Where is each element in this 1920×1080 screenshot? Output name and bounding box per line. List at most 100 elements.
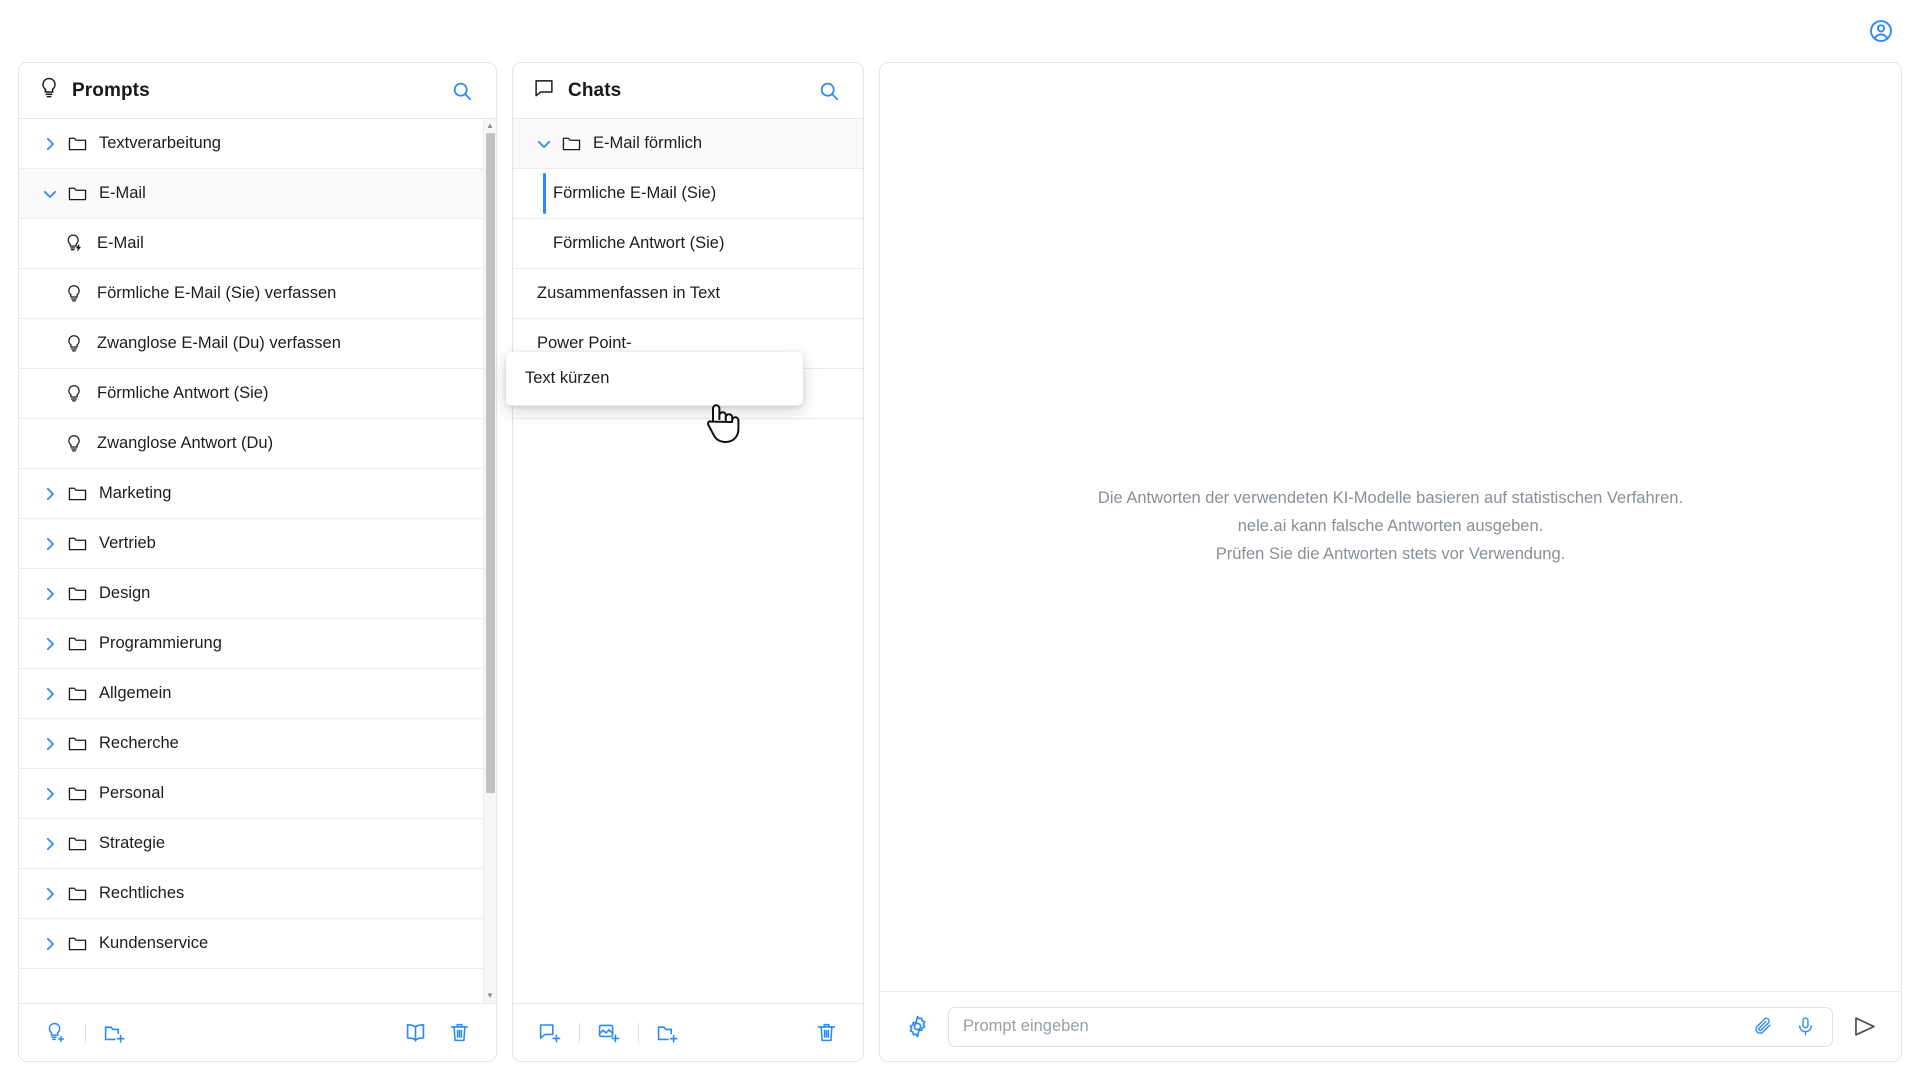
prompt-folder-row[interactable]: E-Mail [19,169,496,219]
chevron-right-icon[interactable] [41,835,67,853]
chat-label: Förmliche Antwort (Sie) [553,234,725,252]
prompt-folder-row[interactable]: Design [19,569,496,619]
chat-label: Förmliche E-Mail (Sie) [553,184,717,202]
chevron-right-icon[interactable] [41,135,67,153]
footer-divider [638,1022,639,1043]
new-chat-icon[interactable] [535,1018,565,1048]
prompt-item-label: Förmliche E-Mail (Sie) verfassen [97,284,337,302]
prompt-folder-label: Programmierung [99,634,222,652]
prompt-folder-label: Vertrieb [99,534,156,552]
prompt-item-row[interactable]: Zwanglose Antwort (Du) [19,419,496,469]
chevron-down-icon[interactable] [41,185,67,203]
add-folder-icon[interactable] [653,1018,683,1048]
folder-icon [67,633,97,654]
folder-icon [67,933,97,954]
folder-icon [67,583,97,604]
prompt-item-row[interactable]: Förmliche Antwort (Sie) [19,369,496,419]
prompts-scrollbar[interactable]: ▲ ▼ [483,119,496,1003]
grabbing-hand-cursor [700,392,744,449]
lightbulb-icon [65,384,95,404]
prompt-folder-row[interactable]: Kundenservice [19,919,496,969]
account-circle-icon[interactable] [1864,14,1898,48]
prompt-item-label: Förmliche Antwort (Sie) [97,384,269,402]
composer-bar [880,991,1901,1061]
trash-icon[interactable] [444,1018,474,1048]
chats-panel: Chats E-Mail förmlich Förmliche E-Mail (S… [512,62,864,1062]
prompt-folder-row[interactable]: Allgemein [19,669,496,719]
scroll-down-arrow[interactable]: ▼ [486,992,494,1000]
folder-icon [67,683,97,704]
microphone-icon[interactable] [1790,1012,1820,1042]
prompt-input-shell[interactable] [948,1006,1833,1047]
prompt-folder-row[interactable]: Recherche [19,719,496,769]
chevron-right-icon[interactable] [41,785,67,803]
prompt-folder-row[interactable]: Rechtliches [19,869,496,919]
scroll-up-arrow[interactable]: ▲ [486,122,494,130]
chevron-right-icon[interactable] [41,485,67,503]
chats-footer [513,1003,863,1061]
folder-icon [67,533,97,554]
search-icon[interactable] [815,77,843,105]
folder-icon [561,133,591,154]
lightbulb-icon [65,434,95,454]
chat-row[interactable]: Förmliche Antwort (Sie) [513,219,863,269]
chevron-right-icon[interactable] [41,885,67,903]
folder-icon [67,483,97,504]
prompt-item-row[interactable]: Förmliche E-Mail (Sie) verfassen [19,269,496,319]
folder-icon [67,883,97,904]
prompts-header: Prompts [19,63,496,119]
chevron-right-icon[interactable] [41,735,67,753]
gear-icon[interactable] [902,1012,932,1042]
prompts-tree: Textverarbeitung E-Mail E-Mail Förmliche E-… [19,119,496,1003]
folder-icon [67,783,97,804]
footer-divider [85,1022,86,1043]
chat-label: E-Mail förmlich [593,134,703,152]
disclaimer-line-2: nele.ai kann falsche Antworten ausgeben. [1237,517,1544,536]
book-icon[interactable] [400,1018,430,1048]
scrollbar-thumb[interactable] [486,133,495,793]
prompt-folder-row[interactable]: Programmierung [19,619,496,669]
chat-main-panel: Die Antworten der verwendeten KI-Modelle… [879,62,1902,1062]
chevron-right-icon[interactable] [41,635,67,653]
folder-icon [67,133,97,154]
prompts-footer [19,1003,496,1061]
chevron-down-icon[interactable] [535,135,561,153]
add-folder-icon[interactable] [100,1018,130,1048]
chats-tree: E-Mail förmlich Förmliche E-Mail (Sie) För… [513,119,863,1003]
paperclip-icon[interactable] [1748,1012,1778,1042]
chat-row[interactable]: Zusammenfassen in Text [513,269,863,319]
chevron-right-icon[interactable] [41,935,67,953]
app-root: Prompts Textverarbeitung E-Mail E-Mail Förm… [0,0,1920,1080]
prompt-item-row[interactable]: E-Mail [19,219,496,269]
chat-row[interactable]: Förmliche E-Mail (Sie) [513,169,863,219]
prompt-folder-row[interactable]: Strategie [19,819,496,869]
chat-empty-state: Die Antworten der verwendeten KI-Modelle… [880,63,1901,991]
prompt-folder-label: Recherche [99,734,179,752]
prompt-item-row[interactable]: Zwanglose E-Mail (Du) verfassen [19,319,496,369]
chat-label: Power Point- [537,334,632,352]
prompt-folder-row[interactable]: Personal [19,769,496,819]
chat-label: Zusammenfassen in Text [537,284,721,302]
lightbulb-icon [65,334,95,354]
chevron-right-icon[interactable] [41,585,67,603]
chat-bubble-icon [533,77,555,104]
new-image-chat-icon[interactable] [594,1018,624,1048]
lightbulb-icon [65,284,95,304]
prompt-folder-label: Design [99,584,151,602]
chevron-right-icon[interactable] [41,685,67,703]
add-prompt-icon[interactable] [41,1018,71,1048]
prompt-folder-row[interactable]: Textverarbeitung [19,119,496,169]
chevron-right-icon[interactable] [41,535,67,553]
lightbulb-icon [39,77,59,104]
trash-icon[interactable] [811,1018,841,1048]
search-icon[interactable] [448,77,476,105]
prompt-folder-row[interactable]: Vertrieb [19,519,496,569]
prompt-input[interactable] [963,1017,1736,1036]
disclaimer-line-3: Prüfen Sie die Antworten stets vor Verwe… [1215,544,1566,563]
chat-folder-row[interactable]: E-Mail förmlich [513,119,863,169]
lightbulb-bolt-icon [65,233,95,254]
prompt-folder-row[interactable]: Marketing [19,469,496,519]
prompt-folder-label: Personal [99,784,165,802]
prompt-folder-label: Strategie [99,834,166,852]
send-icon[interactable] [1849,1012,1879,1042]
